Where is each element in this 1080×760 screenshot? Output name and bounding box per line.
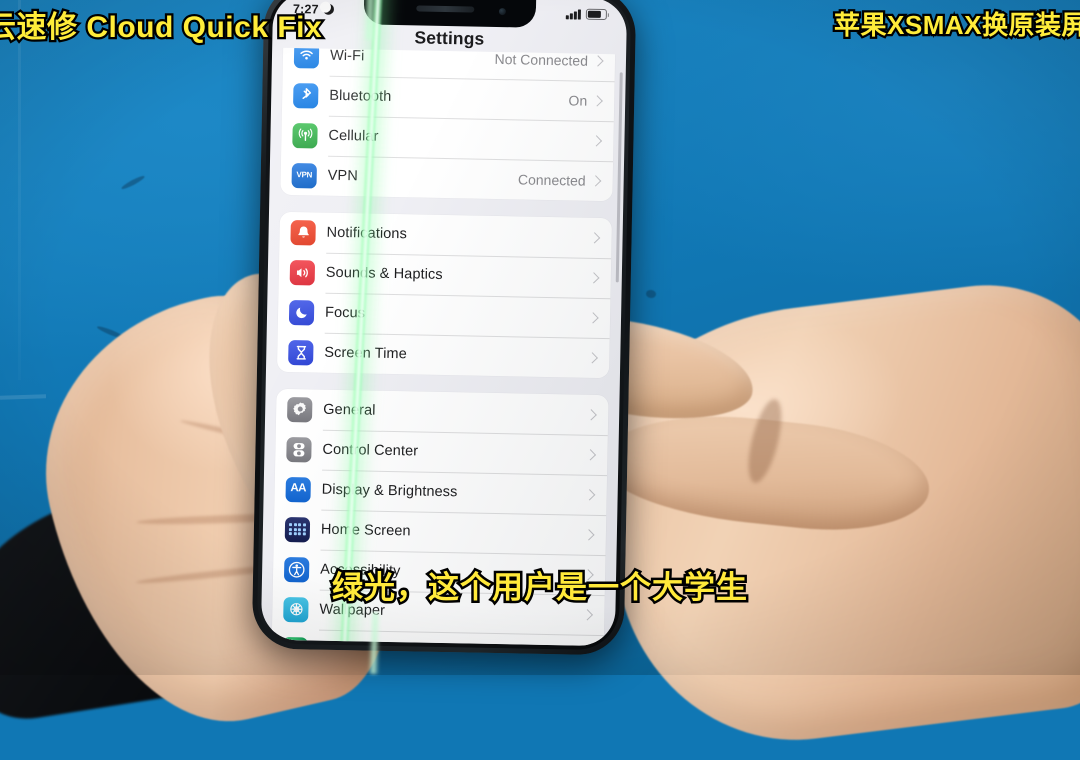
settings-row-label: Screen Time	[324, 344, 407, 363]
phone-screen[interactable]: 7:27 Settings Wi-Fi Not Connected Blueto…	[260, 0, 628, 647]
chevron-right-icon	[584, 449, 597, 461]
settings-row-value: Connected	[517, 171, 586, 189]
home-screen-icon	[284, 516, 311, 542]
control-center-icon	[286, 436, 312, 462]
settings-row-label: General	[323, 401, 376, 419]
settings-row-notifications[interactable]: Notifications	[279, 212, 612, 258]
front-camera-icon	[498, 7, 506, 16]
settings-row-label: Home Screen	[320, 521, 411, 540]
subtitle-caption: 绿光，这个用户是一个大学生	[330, 568, 750, 608]
settings-row-label: Bluetooth	[329, 87, 392, 105]
notifications-icon	[290, 219, 316, 246]
wifi-icon	[293, 47, 320, 69]
settings-row-cellular[interactable]: Cellular	[281, 115, 614, 161]
settings-row-display-brightness[interactable]: AA Display & Brightness	[274, 469, 607, 515]
display-brightness-icon: AA	[285, 476, 311, 502]
background-scuff	[120, 174, 146, 191]
settings-row-control-center[interactable]: Control Center	[275, 429, 608, 475]
settings-list[interactable]: Wi-Fi Not Connected Bluetooth On Cellula…	[261, 47, 626, 647]
chevron-right-icon	[586, 352, 598, 364]
background-seam	[18, 0, 21, 380]
background-scuff	[645, 289, 657, 299]
cellular-bars-icon	[565, 9, 581, 20]
battery-icon	[585, 8, 607, 20]
iphone-device: 7:27 Settings Wi-Fi Not Connected Blueto…	[251, 0, 637, 656]
settings-row-label: VPN	[327, 167, 359, 185]
settings-row-home-screen[interactable]: Home Screen	[274, 509, 607, 555]
settings-row-label: Notifications	[326, 224, 408, 243]
screen-time-icon	[288, 339, 314, 365]
settings-group-connectivity: Wi-Fi Not Connected Bluetooth On Cellula…	[280, 47, 616, 202]
status-bar-right	[565, 8, 607, 20]
settings-row-value: On	[568, 92, 588, 109]
settings-row-sounds-haptics[interactable]: Sounds & Haptics	[278, 252, 611, 298]
cellular-icon	[292, 122, 318, 149]
settings-row-value: Not Connected	[494, 50, 589, 69]
chevron-right-icon	[588, 272, 600, 284]
focus-icon	[288, 299, 315, 326]
sounds-haptics-icon	[289, 259, 316, 286]
chevron-right-icon	[583, 529, 595, 541]
settings-row-label: Display & Brightness	[321, 481, 458, 501]
chevron-right-icon	[585, 409, 597, 421]
settings-row-label: Cellular	[328, 127, 379, 145]
settings-row-screen-time[interactable]: Screen Time	[277, 332, 610, 378]
chevron-right-icon	[588, 232, 601, 244]
settings-row-focus[interactable]: Focus	[278, 292, 611, 338]
background-seam-lower	[0, 394, 47, 400]
settings-row-label: Control Center	[322, 441, 419, 460]
chevron-right-icon	[587, 312, 599, 324]
watermark-right: 苹果XSMAX换原装屏	[832, 8, 1080, 43]
settings-group-notifications: Notifications Sounds & Haptics Focus Scr…	[276, 211, 612, 379]
settings-row-general[interactable]: General	[276, 389, 609, 435]
chevron-right-icon	[590, 175, 602, 187]
settings-row-label: Wi-Fi	[329, 47, 365, 65]
chevron-right-icon	[581, 609, 594, 621]
chevron-right-icon	[590, 135, 603, 147]
chevron-right-icon	[592, 55, 604, 67]
chevron-right-icon	[591, 95, 603, 107]
settings-row-label: Focus	[324, 304, 366, 322]
chevron-right-icon	[583, 489, 596, 501]
settings-row-label: Sounds & Haptics	[325, 264, 443, 283]
settings-row-bluetooth[interactable]: Bluetooth On	[282, 75, 615, 121]
crescent-moon-icon	[323, 4, 334, 15]
earpiece-speaker-icon	[416, 5, 475, 13]
notch	[363, 0, 537, 28]
vpn-icon: VPN	[291, 162, 317, 189]
general-gear-icon	[287, 396, 313, 422]
bluetooth-icon	[293, 82, 319, 109]
settings-row-vpn[interactable]: VPN VPN Connected	[280, 155, 613, 201]
settings-group-system: General Control Center AA Display & Brig…	[269, 388, 609, 647]
watermark-left: 云速修 Cloud Quick Fix	[0, 9, 324, 47]
